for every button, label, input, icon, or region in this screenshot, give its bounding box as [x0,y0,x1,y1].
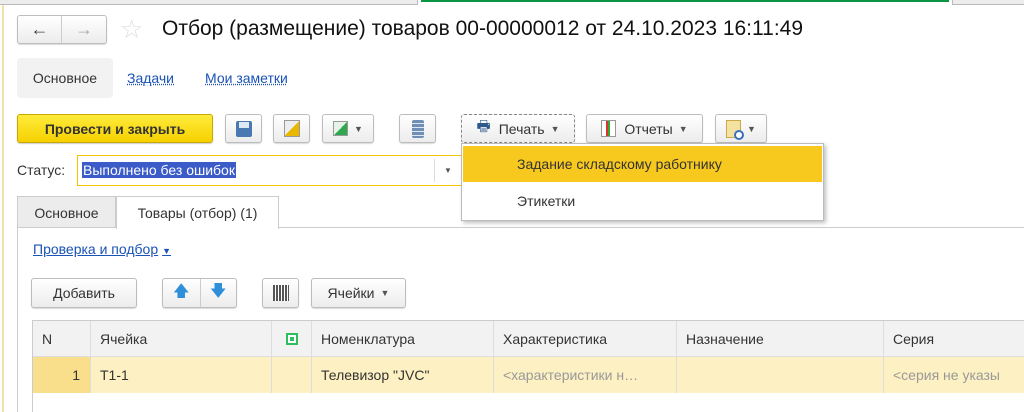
document-clock-icon [726,119,745,140]
forward-button[interactable]: → [62,16,106,43]
menu-item-labels[interactable]: Этикетки [463,183,822,219]
left-border [2,5,4,412]
reports-label: Отчеты [624,120,673,137]
status-value: Выполнено без ошибок [82,162,236,178]
move-down-button[interactable]: 🡇 [201,279,237,307]
marking-icon [285,332,298,345]
chevron-down-icon: ▼ [354,123,363,134]
reports-button[interactable]: Отчеты ▼ [586,114,703,143]
page-title: Отбор (размещение) товаров 00-00000012 о… [162,17,804,40]
row-purpose [677,357,884,393]
chevron-down-icon: ▼ [162,246,172,256]
nav-buttons: ← → [17,15,107,44]
dropdown-arrow-icon[interactable]: ▼ [434,159,461,182]
arrow-left-icon: ← [30,19,49,39]
cells-label: Ячейки [327,285,375,301]
table-header: N Ячейка Номенклатура Характеристика Наз… [33,321,1024,357]
tab-main[interactable]: Основное [17,196,116,228]
barcode-search-button[interactable] [262,278,299,308]
chevron-down-icon: ▼ [380,288,390,298]
row-cell: Т1-1 [91,357,272,393]
row-characteristic: <характеристики н… [494,357,677,393]
structure-button[interactable] [399,114,436,143]
row-series: <серия не указы [893,367,1000,383]
arrow-up-icon: 🡅 [173,282,190,300]
section-tab-tasks[interactable]: Задачи [127,70,174,86]
create-based-icon [333,121,349,136]
create-based-on-button[interactable]: ▼ [322,114,374,143]
col-cell[interactable]: Ячейка [91,321,272,356]
row-nomenclature: Телевизор "JVC" [312,357,494,393]
print-label: Печать [498,120,545,137]
section-tab-notes[interactable]: Мои заметки [205,70,288,86]
status-label: Статус: [17,162,66,178]
move-buttons: 🡅 🡇 [162,278,237,308]
back-button[interactable]: ← [18,16,63,43]
col-characteristic[interactable]: Характеристика [494,321,677,356]
save-icon [235,120,252,137]
check-and-select-link[interactable]: Проверка и подбор ▼ [33,241,171,257]
chevron-down-icon: ▼ [678,123,688,134]
tab-goods[interactable]: Товары (отбор) (1) [116,196,279,229]
barcode-search-icon [272,285,289,301]
section-tab-main[interactable]: Основное [17,58,113,98]
favorite-star-icon[interactable]: ☆ [120,14,143,45]
post-document-icon [283,120,300,137]
printer-icon: 🖶 [476,118,491,135]
active-window-indicator [421,0,949,2]
report-chart-icon [601,120,617,137]
post-button[interactable] [273,114,310,143]
status-select[interactable]: Выполнено без ошибок ▼ [77,155,462,186]
col-marking[interactable] [272,321,312,356]
move-up-button[interactable]: 🡅 [163,279,201,307]
add-button[interactable]: Добавить [31,278,137,308]
chevron-down-icon: ▼ [550,123,560,134]
row-marking [272,357,312,393]
col-purpose[interactable]: Назначение [677,321,884,356]
print-dropdown-menu: Задание складскому работнику Этикетки [461,143,824,221]
table-row[interactable]: 1 Т1-1 Телевизор "JVC" <характеристики н… [33,357,1024,393]
post-and-close-button[interactable]: Провести и закрыть [17,114,213,143]
col-series[interactable]: Серия [884,321,1024,356]
cells-button[interactable]: Ячейки ▼ [311,278,406,308]
arrow-down-icon: 🡇 [210,282,227,300]
check-link-label: Проверка и подбор [33,241,159,257]
print-button[interactable]: 🖶 Печать ▼ [461,114,575,143]
col-n[interactable]: N [33,321,91,356]
arrow-right-icon: → [75,19,93,39]
goods-table: N Ячейка Номенклатура Характеристика Наз… [32,320,1024,412]
list-icon [411,119,424,138]
attachments-button[interactable]: ▼ [715,114,767,143]
chevron-down-icon: ▼ [747,123,756,134]
save-button[interactable] [225,114,262,143]
row-n: 1 [33,357,91,393]
col-nomenclature[interactable]: Номенклатура [312,321,494,356]
menu-item-warehouse-task[interactable]: Задание складскому работнику [463,146,822,182]
